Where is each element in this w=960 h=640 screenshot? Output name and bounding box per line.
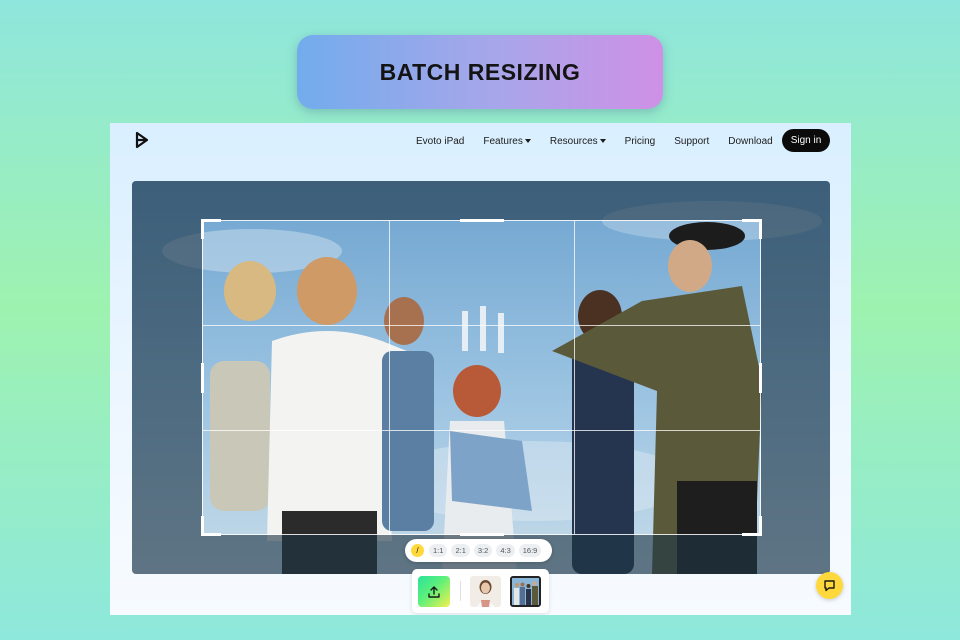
ratio-option-4-3[interactable]: 4:3 — [496, 544, 515, 557]
crop-handle-left[interactable] — [201, 363, 204, 393]
aspect-ratio-bar: / 1:1 2:1 3:2 4:3 16:9 — [405, 539, 552, 562]
banner-title: BATCH RESIZING — [379, 58, 581, 85]
nav-link-evoto-ipad[interactable]: Evoto iPad — [416, 136, 464, 147]
nav-link-label: Features — [483, 135, 523, 147]
crop-frame[interactable] — [201, 219, 762, 536]
top-nav: Evoto iPad Features Resources Pricing Su… — [110, 123, 851, 159]
nav-link-resources[interactable]: Resources — [550, 136, 606, 147]
crop-grid-line — [388, 221, 390, 534]
free-ratio-button[interactable]: / — [411, 544, 424, 557]
thumbnail-group-toast[interactable] — [510, 576, 541, 607]
website-preview: Evoto iPad Features Resources Pricing Su… — [110, 123, 851, 615]
title-banner: BATCH RESIZING — [297, 35, 663, 109]
crop-grid-line — [574, 221, 576, 534]
sign-in-button[interactable]: Sign in — [782, 129, 830, 152]
crop-handle-bottom-left[interactable] — [201, 516, 221, 536]
nav-link-features[interactable]: Features — [483, 135, 531, 147]
chat-button[interactable] — [816, 572, 843, 599]
tray-divider — [460, 581, 461, 601]
image-tray — [412, 569, 549, 613]
caret-down-icon — [599, 139, 606, 143]
nav-link-label: Download — [728, 135, 773, 147]
evoto-logo-icon[interactable] — [134, 131, 150, 149]
nav-link-download[interactable]: Download — [728, 136, 772, 147]
nav-link-label: Support — [674, 135, 710, 147]
crop-handle-top[interactable] — [460, 219, 504, 222]
nav-link-pricing[interactable]: Pricing — [625, 136, 656, 147]
crop-handle-bottom-right[interactable] — [742, 516, 762, 536]
crop-editor — [132, 181, 830, 574]
upload-icon — [428, 585, 440, 598]
nav-links: Evoto iPad Features Resources Pricing Su… — [416, 123, 792, 159]
upload-button[interactable] — [418, 576, 450, 607]
ratio-option-16-9[interactable]: 16:9 — [518, 544, 542, 557]
nav-link-label: Evoto iPad — [416, 135, 465, 147]
nav-link-label: Resources — [549, 135, 598, 147]
caret-down-icon — [524, 139, 531, 143]
nav-link-support[interactable]: Support — [674, 136, 709, 147]
crop-handle-top-left[interactable] — [201, 219, 221, 239]
ratio-option-3-2[interactable]: 3:2 — [473, 544, 493, 557]
crop-handle-right[interactable] — [759, 363, 762, 393]
nav-link-label: Pricing — [624, 135, 656, 147]
ratio-option-1-1[interactable]: 1:1 — [429, 544, 448, 557]
chat-icon — [824, 580, 835, 592]
crop-handle-top-right[interactable] — [742, 219, 762, 239]
crop-grid-line — [203, 325, 760, 327]
portrait-thumbnail-image — [470, 576, 501, 607]
group-thumbnail-image — [512, 578, 539, 605]
ratio-option-2-1[interactable]: 2:1 — [451, 544, 470, 557]
crop-handle-bottom[interactable] — [460, 533, 504, 536]
crop-grid-line — [203, 429, 760, 431]
thumbnail-portrait-woman[interactable] — [470, 576, 501, 607]
